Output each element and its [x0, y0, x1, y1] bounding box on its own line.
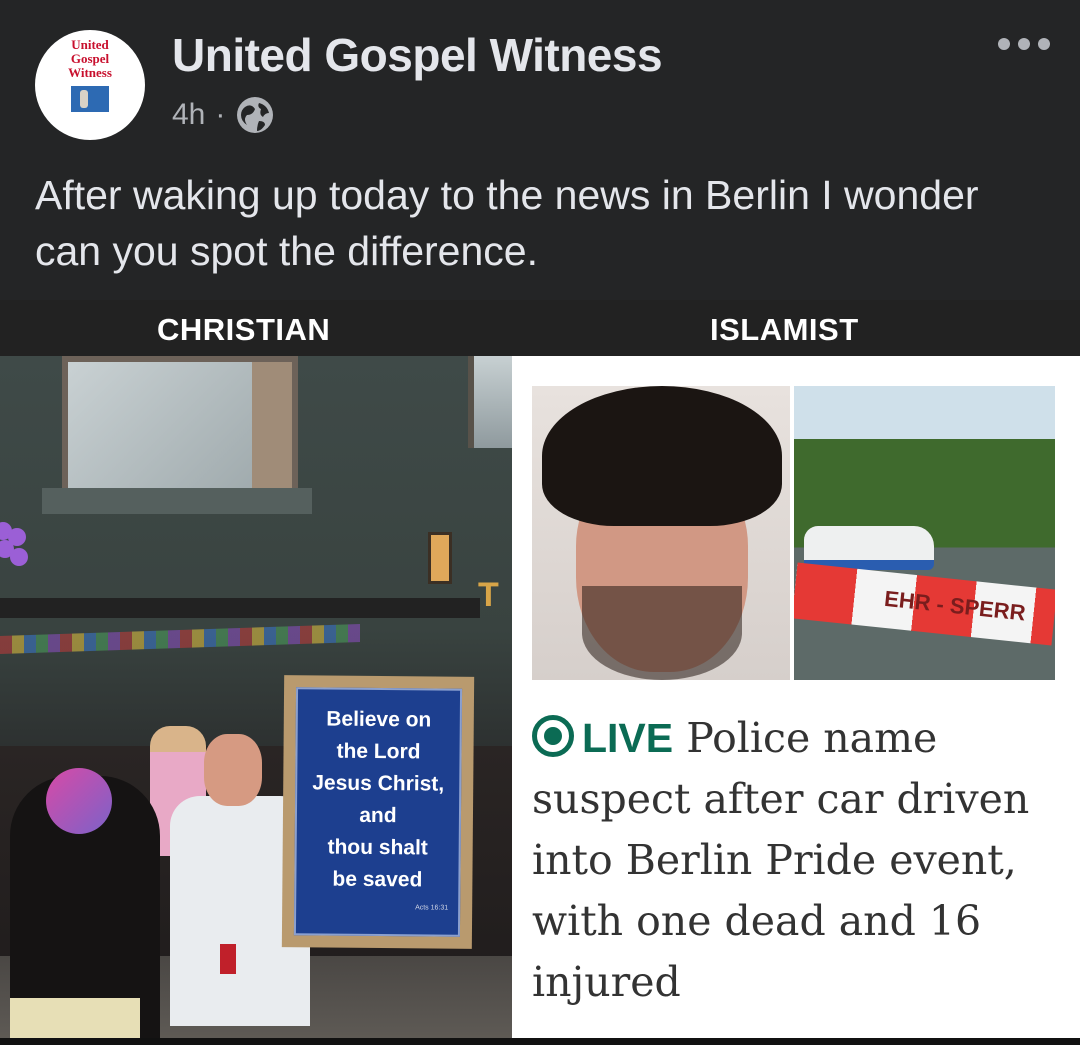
person-with-pink-hair: [10, 768, 160, 1038]
more-dot: [998, 38, 1010, 50]
page-name-link[interactable]: United Gospel Witness: [172, 28, 663, 82]
news-screenshot: EHR - SPERR LIVE Police name suspect aft…: [512, 356, 1080, 1038]
post-meta: 4h ·: [172, 92, 275, 138]
more-dot: [1038, 38, 1050, 50]
avatar-text-line-3: Witness: [68, 65, 112, 80]
sign-line: the Lord: [336, 739, 421, 764]
sign-line: and: [359, 803, 397, 828]
meta-separator: ·: [215, 98, 226, 131]
image-label-bar: CHRISTIAN ISLAMIST: [0, 300, 1080, 356]
sign-line: Jesus Christ,: [312, 771, 445, 796]
sign-line: Believe on: [326, 707, 432, 732]
suspect-photo: [532, 386, 790, 680]
storefront-letter: T: [478, 576, 499, 614]
post-image[interactable]: CHRISTIAN ISLAMIST T Believe on the Lord…: [0, 300, 1080, 1045]
awning: [0, 598, 480, 618]
balloons: [0, 522, 30, 574]
rainbow-bunting: [0, 624, 360, 654]
post-caption: After waking up today to the news in Ber…: [35, 172, 979, 274]
window-ledge: [42, 488, 312, 514]
wall-lamp: [428, 532, 452, 584]
live-label: LIVE: [582, 715, 674, 761]
avatar-logo-image: [71, 86, 109, 112]
post-time[interactable]: 4h: [172, 98, 205, 132]
gospel-sign: Believe on the Lord Jesus Christ, and th…: [281, 675, 475, 949]
police-car: [804, 526, 934, 570]
avatar-text-line-2: Gospel: [70, 51, 110, 66]
label-christian: CHRISTIAN: [157, 312, 331, 347]
image-bottom-edge: [0, 1038, 1080, 1045]
live-icon: [532, 715, 574, 757]
more-dot: [1018, 38, 1030, 50]
police-scene-photo: EHR - SPERR: [794, 386, 1055, 680]
building-window: [62, 356, 298, 506]
sign-line: be saved: [332, 867, 423, 892]
tape-text: EHR - SPERR: [883, 585, 1027, 626]
globe-icon[interactable]: [235, 95, 275, 135]
sign-verse-ref: Acts 16:31: [415, 904, 449, 912]
news-headline: LIVE Police name suspect after car drive…: [532, 708, 1062, 1013]
building-window: [468, 356, 512, 448]
avatar-text-line-1: United: [71, 37, 109, 52]
more-options-button[interactable]: [998, 38, 1050, 50]
gospel-sign-board: Believe on the Lord Jesus Christ, and th…: [293, 687, 463, 937]
police-tape: EHR - SPERR: [794, 562, 1055, 646]
pride-street-photo: T Believe on the Lord Jesus Christ, and: [0, 356, 512, 1038]
label-islamist: ISLAMIST: [710, 312, 859, 347]
page-avatar[interactable]: United Gospel Witness: [35, 30, 145, 140]
facebook-post: United Gospel Witness United Gospel Witn…: [0, 0, 1080, 1045]
sign-line: thou shalt: [327, 835, 428, 860]
